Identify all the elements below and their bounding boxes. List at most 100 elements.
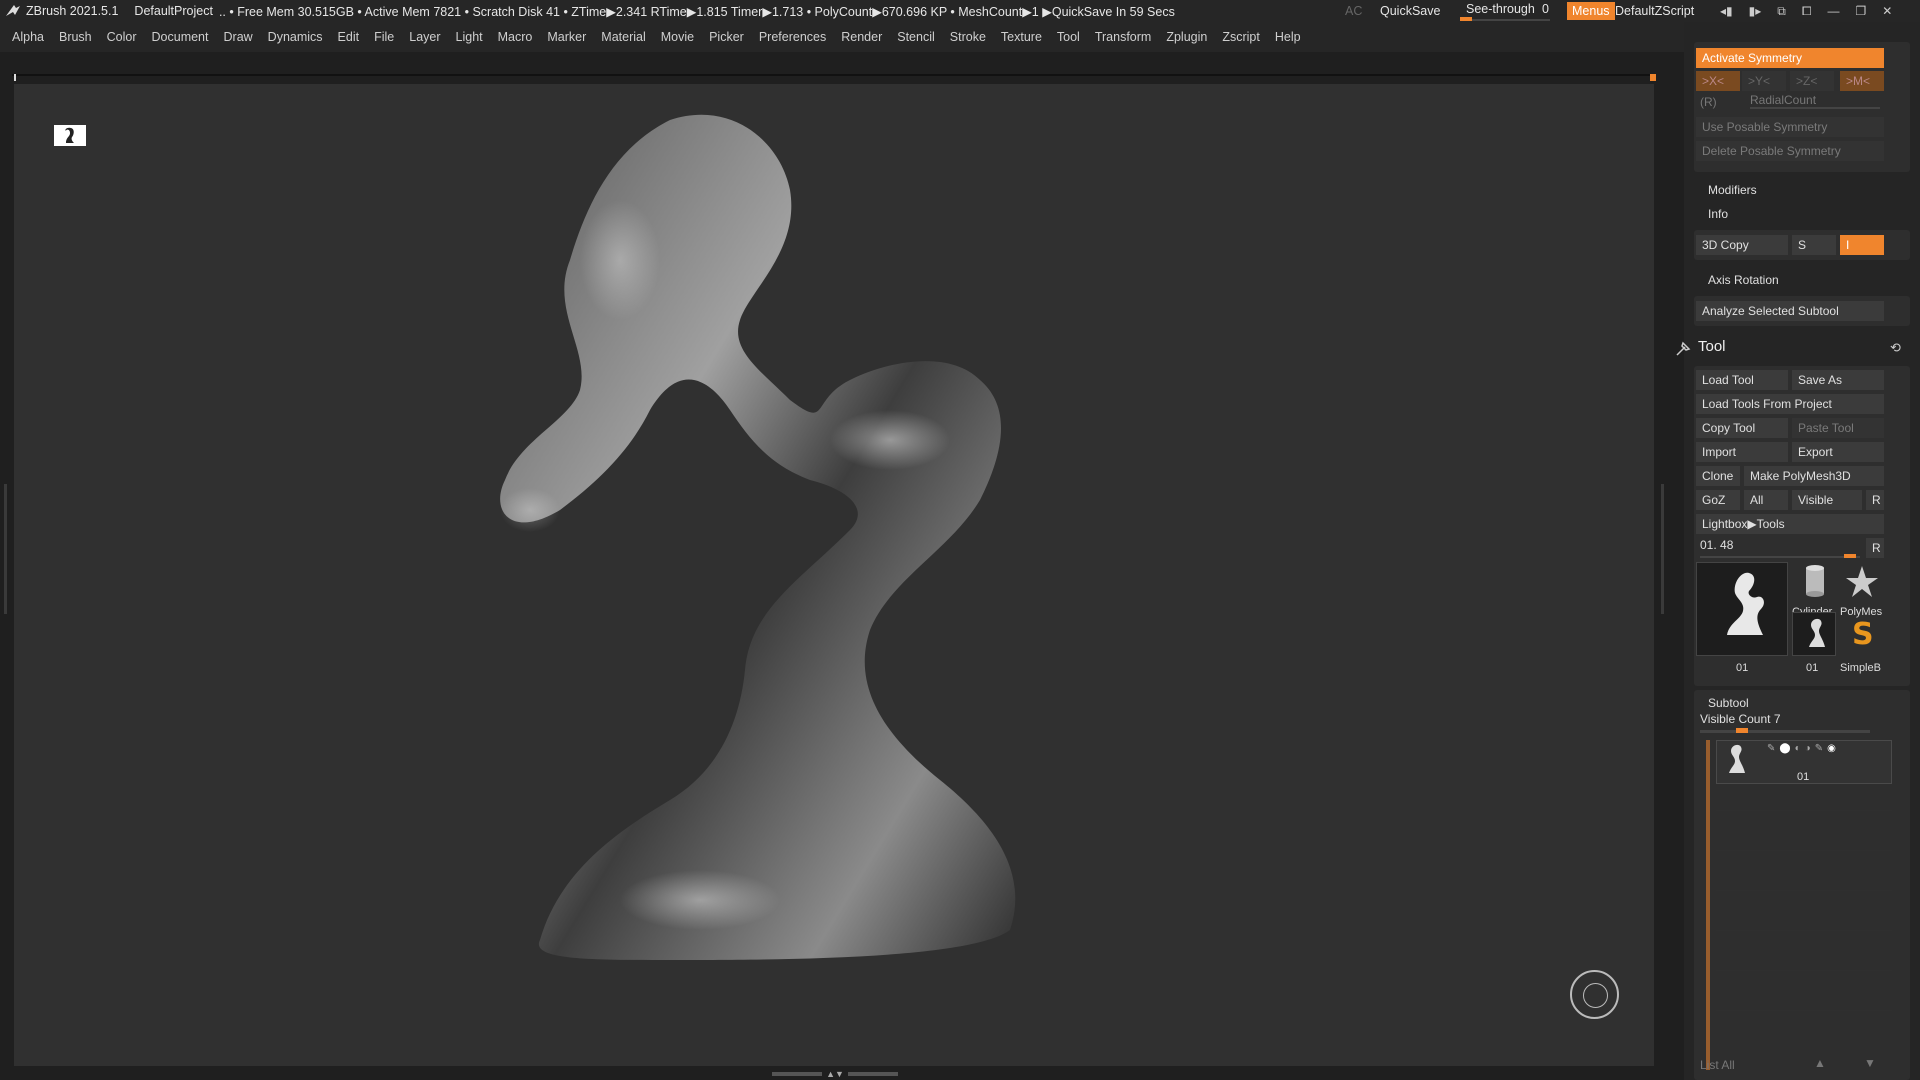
menu-stroke[interactable]: Stroke xyxy=(950,30,986,44)
copy3d-button[interactable]: 3D Copy xyxy=(1696,235,1788,255)
menus-toggle[interactable]: Menus xyxy=(1567,2,1615,20)
delete-posable-symmetry-button[interactable]: Delete Posable Symmetry xyxy=(1696,141,1884,161)
menu-texture[interactable]: Texture xyxy=(1001,30,1042,44)
paste-tool-button[interactable]: Paste Tool xyxy=(1792,418,1884,438)
symmetry-x-button[interactable]: >X< xyxy=(1696,71,1740,91)
tool-r-button[interactable]: R xyxy=(1866,538,1884,558)
left-tray-handle[interactable] xyxy=(4,484,7,614)
goz-visible-button[interactable]: Visible xyxy=(1792,490,1862,510)
menu-help[interactable]: Help xyxy=(1275,30,1301,44)
dynamesh-toggle-icon[interactable]: ◑ xyxy=(1805,743,1811,754)
refresh-icon[interactable]: ⟲ xyxy=(1890,340,1901,356)
brush-icon[interactable]: ✎ xyxy=(1767,743,1775,754)
goz-all-button[interactable]: All xyxy=(1744,490,1788,510)
radial-count-track[interactable] xyxy=(1750,107,1880,109)
symmetry-m-button[interactable]: >M< xyxy=(1840,71,1884,91)
visible-count-slider[interactable]: Visible Count 7 xyxy=(1700,712,1781,726)
tool-palette-title[interactable]: Tool xyxy=(1698,338,1726,355)
visible-count-knob[interactable] xyxy=(1736,728,1748,733)
current-tool-slider[interactable]: 01. 48 xyxy=(1700,538,1733,552)
visible-count-track[interactable] xyxy=(1700,728,1870,733)
ac-label[interactable]: AC xyxy=(1345,4,1362,18)
tool-slider-knob[interactable] xyxy=(1844,554,1856,558)
goz-r-button[interactable]: R xyxy=(1866,490,1884,510)
save-as-button[interactable]: Save As xyxy=(1792,370,1884,390)
menu-zplugin[interactable]: Zplugin xyxy=(1166,30,1207,44)
layout-left-icon[interactable]: ◂▮ xyxy=(1720,4,1733,19)
quicksave-button[interactable]: QuickSave xyxy=(1380,4,1440,18)
move-down-icon[interactable]: ▼ xyxy=(1864,1056,1876,1070)
symmetry-y-button[interactable]: >Y< xyxy=(1742,71,1786,91)
clone-button[interactable]: Clone xyxy=(1696,466,1740,486)
default-zscript-button[interactable]: DefaultZScript xyxy=(1615,4,1694,18)
load-tools-from-project-button[interactable]: Load Tools From Project xyxy=(1696,394,1884,414)
copy-tool-button[interactable]: Copy Tool xyxy=(1696,418,1788,438)
menu-stencil[interactable]: Stencil xyxy=(897,30,935,44)
sculpt-body[interactable] xyxy=(500,114,1016,960)
menu-movie[interactable]: Movie xyxy=(661,30,694,44)
maximize-icon[interactable]: ❐ xyxy=(1855,4,1866,19)
see-through-knob[interactable] xyxy=(1460,17,1472,21)
list-all-button[interactable]: List All xyxy=(1700,1058,1735,1072)
axis-rotation-header[interactable]: Axis Rotation xyxy=(1708,273,1779,287)
menu-file[interactable]: File xyxy=(374,30,394,44)
menu-material[interactable]: Material xyxy=(601,30,645,44)
copy3d-i-button[interactable]: I xyxy=(1840,235,1884,255)
menu-render[interactable]: Render xyxy=(841,30,882,44)
restore-icon[interactable]: ⧠ xyxy=(1802,4,1812,19)
menu-light[interactable]: Light xyxy=(456,30,483,44)
close-icon[interactable]: ✕ xyxy=(1882,4,1892,19)
navigation-rotate-icon[interactable] xyxy=(1570,970,1619,1019)
tool-thumbnail-main[interactable] xyxy=(1696,562,1788,656)
symmetry-z-button[interactable]: >Z< xyxy=(1790,71,1834,91)
export-button[interactable]: Export xyxy=(1792,442,1884,462)
menu-draw[interactable]: Draw xyxy=(224,30,253,44)
sculpt-model[interactable] xyxy=(470,110,1150,1030)
tile-icon[interactable]: ⧉ xyxy=(1777,4,1786,19)
modifiers-header[interactable]: Modifiers xyxy=(1708,183,1757,197)
menu-transform[interactable]: Transform xyxy=(1095,30,1152,44)
right-tray-handle[interactable] xyxy=(1661,484,1664,614)
menu-document[interactable]: Document xyxy=(152,30,209,44)
info-header[interactable]: Info xyxy=(1708,207,1728,221)
menu-marker[interactable]: Marker xyxy=(547,30,586,44)
analyze-subtool-button[interactable]: Analyze Selected Subtool xyxy=(1696,301,1884,321)
use-posable-symmetry-button[interactable]: Use Posable Symmetry xyxy=(1696,117,1884,137)
menu-zscript[interactable]: Zscript xyxy=(1222,30,1260,44)
paint-toggle-icon[interactable]: ✎ xyxy=(1815,743,1823,754)
menu-brush[interactable]: Brush xyxy=(59,30,92,44)
import-button[interactable]: Import xyxy=(1696,442,1788,462)
make-polymesh3d-button[interactable]: Make PolyMesh3D xyxy=(1744,466,1884,486)
tool-thumbnail-01-small[interactable] xyxy=(1792,612,1836,656)
menu-macro[interactable]: Macro xyxy=(498,30,533,44)
tool-slider-track[interactable] xyxy=(1700,556,1860,558)
project-name[interactable]: DefaultProject xyxy=(134,4,213,18)
menu-layer[interactable]: Layer xyxy=(409,30,440,44)
copy3d-s-button[interactable]: S xyxy=(1792,235,1836,255)
menu-dynamics[interactable]: Dynamics xyxy=(268,30,323,44)
see-through-track[interactable] xyxy=(1460,19,1550,21)
solo-toggle-icon[interactable]: ◐ xyxy=(1795,743,1801,754)
tool-thumbnail-simpleb[interactable]: S xyxy=(1840,612,1884,656)
minimize-icon[interactable]: — xyxy=(1827,4,1839,19)
activate-symmetry-button[interactable]: Activate Symmetry xyxy=(1696,48,1884,68)
subtool-scrollbar[interactable] xyxy=(1706,740,1710,1070)
menu-alpha[interactable]: Alpha xyxy=(12,30,44,44)
tool-thumbnail-polymesh[interactable] xyxy=(1840,562,1884,608)
radial-r-toggle[interactable]: (R) xyxy=(1700,95,1717,109)
lightbox-tools-button[interactable]: Lightbox▶Tools xyxy=(1696,514,1884,534)
goz-button[interactable]: GoZ xyxy=(1696,490,1740,510)
menu-color[interactable]: Color xyxy=(107,30,137,44)
tool-thumbnail-cylinder[interactable] xyxy=(1792,562,1836,608)
eye-icon[interactable]: ◉ xyxy=(1827,743,1836,754)
subtool-header[interactable]: Subtool xyxy=(1708,696,1749,710)
menu-preferences[interactable]: Preferences xyxy=(759,30,826,44)
radial-count-slider[interactable]: RadialCount xyxy=(1750,93,1816,107)
polyframe-toggle-icon[interactable]: ⬤ xyxy=(1779,743,1790,754)
menu-picker[interactable]: Picker xyxy=(709,30,744,44)
load-tool-button[interactable]: Load Tool xyxy=(1696,370,1788,390)
bottom-tray-handle[interactable]: ▲▼ xyxy=(770,1069,900,1079)
see-through-slider[interactable]: See-through 0 xyxy=(1460,1,1552,21)
subtool-list-item[interactable]: ✎ ⬤ ◐ ◑ ✎ ◉ 01 xyxy=(1716,740,1892,784)
menu-tool[interactable]: Tool xyxy=(1057,30,1080,44)
